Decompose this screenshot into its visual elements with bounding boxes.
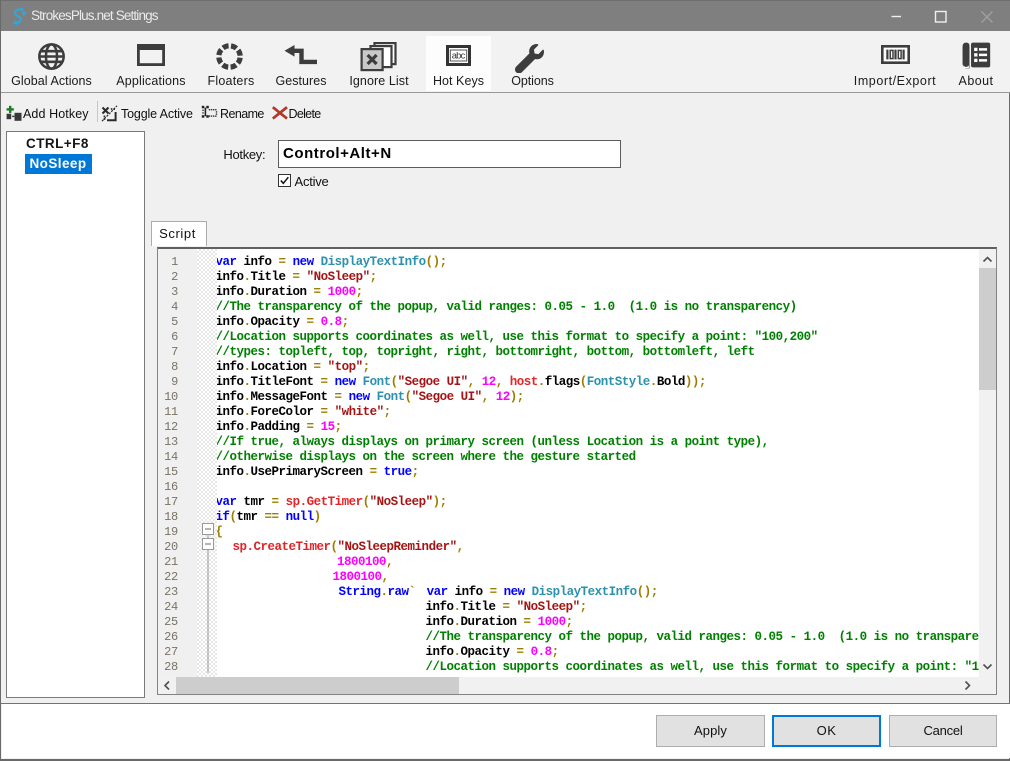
svg-text:abc: abc [452, 50, 466, 60]
